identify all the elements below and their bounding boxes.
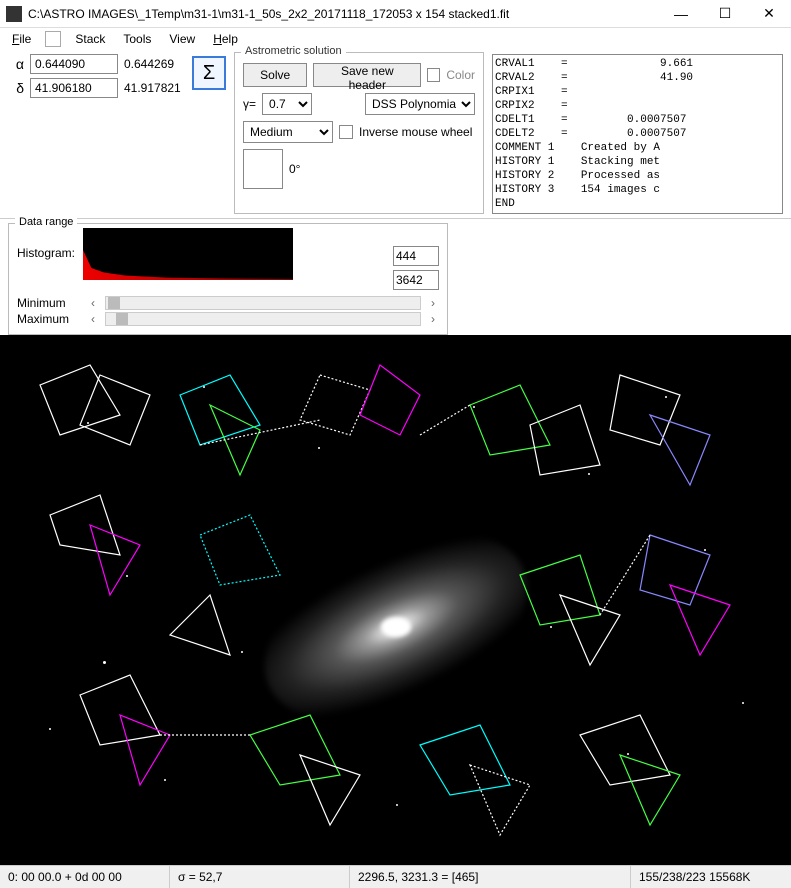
delta-input[interactable] [30,78,118,98]
statusbar: 0: 00 00.0 + 0d 00 00 σ = 52,7 2296.5, 3… [0,865,791,888]
minimum-slider[interactable] [105,296,421,310]
gamma-select[interactable]: 0.7 [262,93,312,115]
sigma-button[interactable]: Σ [192,56,226,90]
histogram-label: Histogram: [17,246,75,260]
rotation-preview [243,149,283,189]
menu-view[interactable]: View [161,30,203,48]
minimize-button[interactable]: — [659,0,703,28]
inverse-wheel-label: Inverse mouse wheel [359,125,472,139]
fit-type-select[interactable]: DSS Polynomial [365,93,475,115]
status-radec: 0: 00 00.0 + 0d 00 00 [0,866,170,888]
alpha-input[interactable] [30,54,118,74]
quality-select[interactable]: Medium [243,121,333,143]
max-left-chevron-icon[interactable]: ‹ [87,312,99,326]
menubar: File Stack Tools View Help [0,28,791,50]
datarange-legend: Data range [15,216,77,228]
inverse-wheel-checkbox[interactable] [339,125,353,139]
alpha-label: α [8,56,24,72]
rotation-label: 0° [289,162,300,176]
save-header-button[interactable]: Save new header [313,63,421,87]
image-display[interactable] [0,335,791,865]
astro-legend: Astrometric solution [241,45,346,57]
coords-group: α 0.644269 δ 41.917821 [8,54,184,214]
menu-tools[interactable]: Tools [115,30,159,48]
status-sigma: σ = 52,7 [170,866,350,888]
minimum-label: Minimum [17,296,81,310]
color-checkbox[interactable] [427,68,440,82]
fits-header-panel[interactable]: CRVAL1 = 9.661 CRVAL2 = 41.90 CRPIX1 = C… [492,54,783,214]
color-label: Color [446,68,475,82]
maximum-label: Maximum [17,312,81,326]
close-button[interactable]: ✕ [747,0,791,28]
datarange-group: Data range Histogram: Minimum ‹ › Maximu… [8,223,448,335]
min-value-input[interactable] [393,246,439,266]
titlebar: C:\ASTRO IMAGES\_1Temp\m31-1\m31-1_50s_2… [0,0,791,28]
window-title: C:\ASTRO IMAGES\_1Temp\m31-1\m31-1_50s_2… [28,7,659,21]
max-value-input[interactable] [393,270,439,290]
gamma-label: γ= [243,97,256,111]
menu-help[interactable]: Help [205,30,246,48]
solve-button[interactable]: Solve [243,63,307,87]
menu-stack[interactable]: Stack [67,30,113,48]
histogram-display [83,228,293,280]
max-right-chevron-icon[interactable]: › [427,312,439,326]
delta-label: δ [8,80,24,96]
menu-file[interactable]: File [4,30,39,48]
delta-value: 41.917821 [124,81,184,95]
maximum-slider[interactable] [105,312,421,326]
status-info: 155/238/223 15568K [631,866,791,888]
toolbar-icon[interactable] [45,31,61,47]
app-icon [6,6,22,22]
min-left-chevron-icon[interactable]: ‹ [87,296,99,310]
plate-solve-overlay [0,335,791,865]
astrometric-group: Astrometric solution Solve Save new head… [234,52,484,214]
maximize-button[interactable]: ☐ [703,0,747,28]
alpha-value: 0.644269 [124,57,184,71]
min-right-chevron-icon[interactable]: › [427,296,439,310]
status-cursor: 2296.5, 3231.3 = [465] [350,866,631,888]
toolbar: α 0.644269 δ 41.917821 Σ Astrometric sol… [0,50,791,219]
